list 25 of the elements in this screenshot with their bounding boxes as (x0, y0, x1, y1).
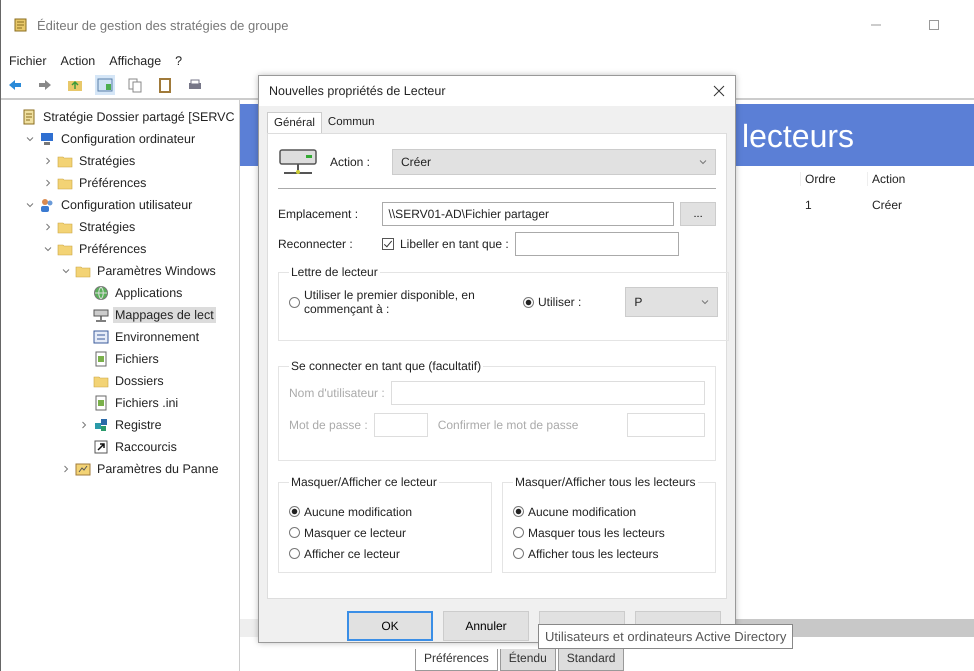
radio-label: Afficher tous les lecteurs (528, 546, 659, 560)
field-label: Confirmer le mot de passe (438, 418, 580, 432)
radio-label: Aucune modification (304, 504, 412, 518)
group-title: Se connecter en tant que (facultatif) (290, 359, 482, 373)
group-title: Masquer/Afficher tous les lecteurs (514, 475, 697, 489)
radio-label: Masquer tous les lecteurs (528, 526, 665, 540)
radio-label: Utiliser le premier disponible, en commençant à : (304, 288, 476, 316)
radio-label: Aucune modification (528, 504, 636, 518)
list-cell-text: Créer (871, 198, 904, 212)
field-label: Emplacement : (278, 207, 360, 221)
radio-label: Afficher ce lecteur (304, 546, 400, 560)
field-label: Nom d'utilisateur : (289, 386, 385, 400)
checkbox-label: Libeller en tant que : (400, 237, 509, 251)
dialog-title: Nouvelles propriétés de Lecteur (269, 84, 446, 98)
field-label: Action : (330, 155, 372, 169)
window-title: Éditeur de gestion des stratégies de groupe (37, 18, 289, 32)
panel-heading: lecteurs (742, 118, 854, 156)
group-title: Masquer/Afficher ce lecteur (290, 475, 438, 489)
tooltip: Utilisateurs et ordinateurs Active Directory (538, 624, 794, 649)
list-cell-text: 1 (804, 198, 813, 212)
field-label: Reconnecter : (278, 237, 354, 251)
group-title: Lettre de lecteur (290, 265, 379, 279)
field-label: Mot de passe : (289, 418, 368, 432)
radio-label: Masquer ce lecteur (304, 526, 406, 540)
radio-label: Utiliser : (538, 295, 582, 309)
